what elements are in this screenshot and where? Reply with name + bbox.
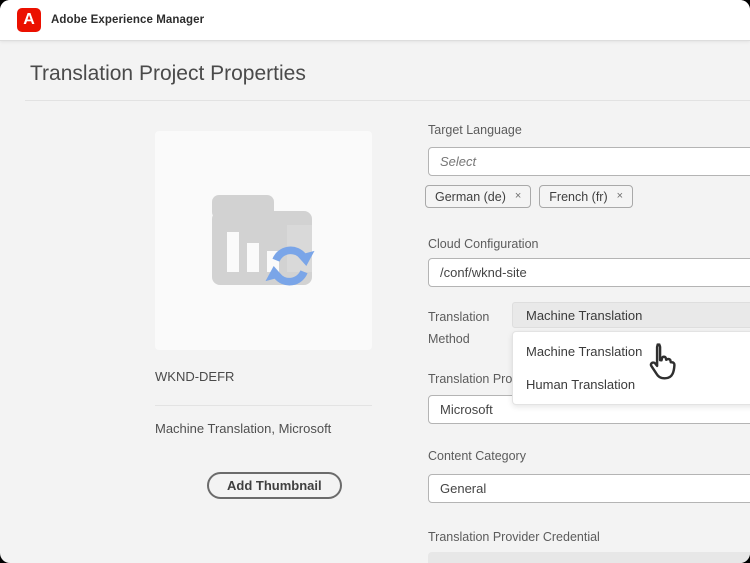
language-tag-german: German (de) × <box>425 185 531 208</box>
language-tag-french: French (fr) × <box>539 185 633 208</box>
menu-option-machine-translation[interactable]: Machine Translation <box>513 335 750 368</box>
thumbnail-preview <box>155 131 372 350</box>
aem-window: A Adobe Experience Manager Translation P… <box>0 0 750 563</box>
sync-refresh-icon <box>261 238 319 294</box>
translation-provider-credential-label: Translation Provider Credential <box>428 530 600 544</box>
content-category-label: Content Category <box>428 449 526 463</box>
add-thumbnail-button[interactable]: Add Thumbnail <box>207 472 342 499</box>
app-name: Adobe Experience Manager <box>51 14 204 26</box>
translation-method-label: Translation Method <box>428 306 510 350</box>
translation-method-select[interactable]: Machine Translation <box>512 302 750 328</box>
remove-tag-icon[interactable]: × <box>515 191 521 202</box>
thumbnail-divider <box>155 405 372 406</box>
language-tag-label: German (de) <box>435 190 506 204</box>
target-language-tags: German (de) × French (fr) × <box>425 185 633 208</box>
menu-option-human-translation[interactable]: Human Translation <box>513 368 750 401</box>
remove-tag-icon[interactable]: × <box>617 191 623 202</box>
content-category-input[interactable] <box>428 474 750 503</box>
top-bar: A Adobe Experience Manager <box>0 0 750 41</box>
target-language-label: Target Language <box>428 123 522 137</box>
target-language-input[interactable] <box>428 147 750 176</box>
translation-provider-credential-select[interactable] <box>428 552 750 563</box>
adobe-logo-icon[interactable]: A <box>17 8 41 32</box>
cloud-configuration-input[interactable] <box>428 258 750 287</box>
title-divider <box>25 100 750 101</box>
translation-method-menu: Machine Translation Human Translation <box>512 331 750 405</box>
project-summary: Machine Translation, Microsoft <box>155 421 331 436</box>
project-name: WKND-DEFR <box>155 369 234 384</box>
page-title: Translation Project Properties <box>30 62 306 86</box>
language-tag-label: French (fr) <box>549 190 607 204</box>
cloud-configuration-label: Cloud Configuration <box>428 237 539 251</box>
